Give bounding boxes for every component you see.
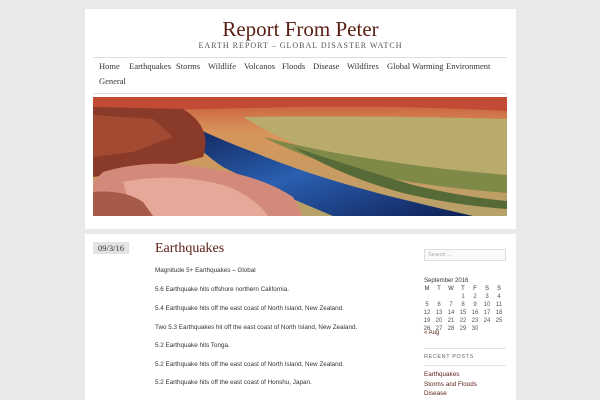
post-line: 5.2 Earthquake hits Tonga. bbox=[155, 342, 230, 349]
nav-item-environment[interactable]: Environment bbox=[446, 61, 490, 71]
recent-posts-title: RECENT POSTS bbox=[424, 354, 474, 360]
calendar-day: 2 bbox=[473, 294, 477, 300]
landscape-image bbox=[93, 97, 507, 216]
main-nav: Home Earthquakes Storms Wildlife Volcano… bbox=[93, 57, 507, 94]
calendar-day: 5 bbox=[425, 302, 429, 308]
nav-item-wildlife[interactable]: Wildlife bbox=[208, 61, 236, 71]
calendar-day-header: T bbox=[437, 286, 441, 292]
calendar-day: 10 bbox=[483, 302, 491, 308]
recent-post-link[interactable]: Storms and Floods bbox=[424, 381, 477, 388]
site-title[interactable]: Report From Peter bbox=[85, 17, 516, 42]
calendar-day: 7 bbox=[449, 302, 453, 308]
calendar-day-header: W bbox=[448, 286, 454, 292]
recent-post-link[interactable]: Earthquakes bbox=[424, 371, 459, 378]
calendar-day: 25 bbox=[495, 318, 503, 324]
widget-divider bbox=[424, 365, 506, 366]
nav-item-disease[interactable]: Disease bbox=[313, 61, 339, 71]
post-line: Two 5.3 Earthquakes hit off the east coa… bbox=[155, 324, 358, 331]
post-line: 5.4 Earthquake hits off the east coast o… bbox=[155, 305, 344, 312]
post-line: Magnitude 5+ Earthquakes – Global bbox=[155, 267, 256, 274]
site-tagline: EARTH REPORT – GLOBAL DISASTER WATCH bbox=[198, 41, 403, 50]
calendar-day: 23 bbox=[471, 318, 479, 324]
calendar-day: 1 bbox=[461, 294, 465, 300]
calendar-day: 21 bbox=[447, 318, 455, 324]
content-area: 09/3/16 Earthquakes Magnitude 5+ Earthqu… bbox=[85, 234, 516, 400]
nav-item-home[interactable]: Home bbox=[99, 61, 120, 71]
post-line: 5.2 Earthquake hits off the east coast o… bbox=[155, 361, 344, 368]
nav-item-storms[interactable]: Storms bbox=[176, 61, 200, 71]
calendar-day: 3 bbox=[485, 294, 489, 300]
calendar-day: 4 bbox=[497, 294, 501, 300]
nav-item-volcanos[interactable]: Volcanos bbox=[244, 61, 275, 71]
calendar-day: 30 bbox=[471, 326, 479, 332]
nav-item-global-warming[interactable]: Global Warming bbox=[387, 61, 444, 71]
calendar-day: 28 bbox=[447, 326, 455, 332]
calendar-caption: September 2016 bbox=[424, 278, 469, 284]
recent-post-link[interactable]: Disease bbox=[424, 390, 447, 397]
calendar-day: 17 bbox=[483, 310, 491, 316]
calendar-day: 18 bbox=[495, 310, 503, 316]
nav-item-floods[interactable]: Floods bbox=[282, 61, 305, 71]
calendar-day: 29 bbox=[459, 326, 467, 332]
calendar-day: 24 bbox=[483, 318, 491, 324]
post-title[interactable]: Earthquakes bbox=[155, 241, 224, 257]
nav-item-earthquakes[interactable]: Earthquakes bbox=[129, 61, 171, 71]
calendar-day: 8 bbox=[461, 302, 465, 308]
calendar-day: 19 bbox=[423, 318, 431, 324]
calendar-day-header: S bbox=[496, 286, 501, 292]
site-header: Report From Peter EARTH REPORT – GLOBAL … bbox=[85, 9, 516, 229]
header-image bbox=[93, 97, 507, 216]
calendar-day: 14 bbox=[447, 310, 455, 316]
calendar-day: 15 bbox=[459, 310, 467, 316]
calendar-day: 20 bbox=[435, 318, 443, 324]
nav-item-wildfires[interactable]: Wildfires bbox=[347, 61, 379, 71]
calendar-day: 9 bbox=[473, 302, 477, 308]
post-date-badge: 09/3/16 bbox=[93, 242, 129, 254]
calendar-day: 13 bbox=[435, 310, 443, 316]
calendar-day-header: M bbox=[424, 286, 430, 292]
calendar-prev-month-link[interactable]: « Aug bbox=[424, 330, 439, 336]
search-input[interactable]: Search … bbox=[424, 249, 506, 261]
calendar-day: 22 bbox=[459, 318, 467, 324]
post-line: 5.6 Earthquake hits offshore northern Ca… bbox=[155, 286, 289, 293]
post-line: 5.2 Earthquake hits off the east coast o… bbox=[155, 379, 312, 386]
nav-item-general[interactable]: General bbox=[99, 76, 126, 86]
calendar-day-header: S bbox=[484, 286, 489, 292]
calendar-day-header: F bbox=[473, 286, 477, 292]
calendar-day: 12 bbox=[423, 310, 431, 316]
calendar-day: 16 bbox=[471, 310, 479, 316]
widget-divider bbox=[424, 348, 506, 349]
calendar-day: 11 bbox=[495, 302, 503, 308]
calendar-day-header: T bbox=[461, 286, 465, 292]
calendar-day: 6 bbox=[437, 302, 441, 308]
